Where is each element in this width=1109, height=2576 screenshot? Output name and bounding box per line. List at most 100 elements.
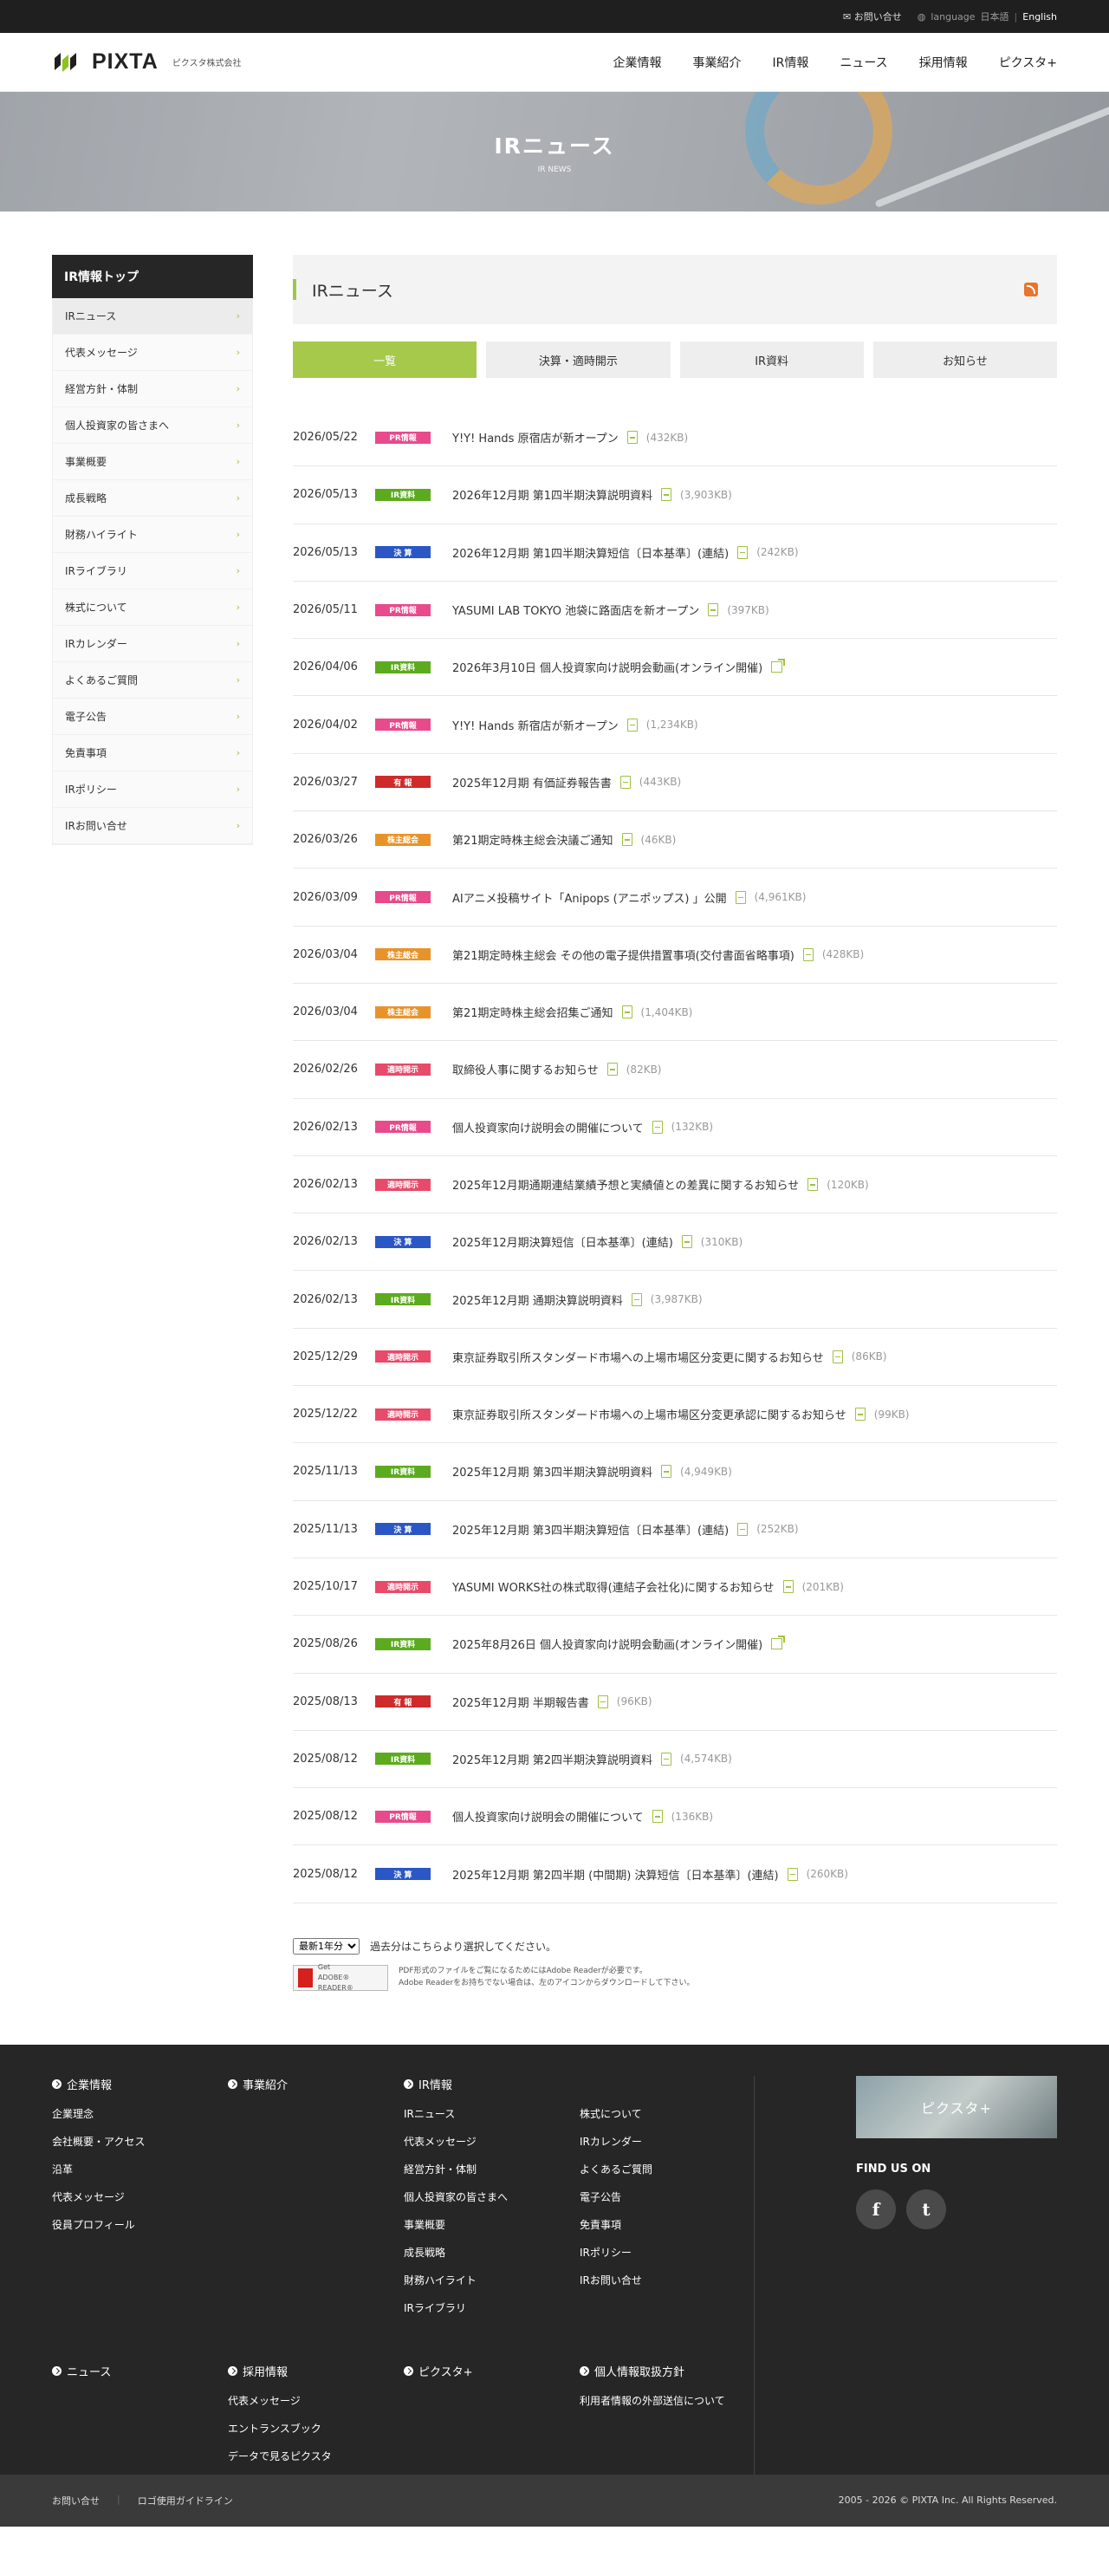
nav-item-1[interactable]: 事業紹介: [693, 54, 742, 71]
facebook-icon[interactable]: f: [856, 2189, 896, 2229]
footer-head-recruit[interactable]: 採用情報: [228, 2363, 404, 2379]
news-title-link[interactable]: 2026年12月期 第1四半期決算短信〔日本基準〕(連結): [452, 544, 729, 561]
nav-item-5[interactable]: ピクスタ+: [999, 54, 1057, 71]
footer-head-plus[interactable]: ピクスタ+: [404, 2363, 580, 2379]
sidebar-item[interactable]: IRカレンダー ›: [53, 626, 252, 662]
nav-item-3[interactable]: ニュース: [840, 54, 887, 71]
twitter-icon[interactable]: t: [906, 2189, 946, 2229]
sidebar-item[interactable]: IRお問い合せ ›: [53, 808, 252, 844]
category-badge: PR情報: [375, 719, 431, 732]
sidebar-item[interactable]: 個人投資家の皆さまへ ›: [53, 407, 252, 444]
sidebar-item[interactable]: よくあるご質問 ›: [53, 662, 252, 699]
news-title-link[interactable]: 第21期定時株主総会 その他の電子提供措置事項(交付書面省略事項): [452, 946, 794, 963]
news-title-link[interactable]: Y!Y! Hands 新宿店が新オープン: [452, 717, 619, 733]
footer-head-privacy[interactable]: 個人情報取扱方針: [580, 2363, 756, 2379]
lang-en-link[interactable]: English: [1022, 11, 1057, 23]
lang-ja-link[interactable]: 日本語: [981, 10, 1009, 23]
footer-link[interactable]: 免責事項: [580, 2217, 756, 2232]
news-title-link[interactable]: 2026年3月10日 個人投資家向け説明会動画(オンライン開催): [452, 659, 762, 675]
news-title-link[interactable]: 2026年12月期 第1四半期決算説明資料: [452, 486, 652, 503]
news-title-link[interactable]: 2025年12月期 有価証券報告書: [452, 774, 612, 790]
news-title-link[interactable]: YASUMI WORKS社の株式取得(連結子会社化)に関するお知らせ: [452, 1578, 775, 1595]
footer-link[interactable]: 個人投資家の皆さまへ: [404, 2189, 580, 2204]
news-title-link[interactable]: AIアニメ投稿サイト「Anipops (アニポップス) 」公開: [452, 889, 727, 906]
contact-link[interactable]: ✉ お問い合せ: [843, 10, 902, 23]
news-title-link[interactable]: 個人投資家向け説明会の開催について: [452, 1119, 644, 1135]
footer-link[interactable]: [580, 2300, 756, 2315]
footer-link[interactable]: 経営方針・体制: [404, 2162, 580, 2176]
category-badge: 適時開示: [375, 1580, 431, 1593]
footer-head-ir[interactable]: IR情報: [404, 2076, 756, 2092]
footer-link[interactable]: 事業概要: [404, 2217, 580, 2232]
footer-link[interactable]: 代表メッセージ: [52, 2189, 228, 2204]
nav-item-4[interactable]: 採用情報: [919, 54, 968, 71]
footer-link[interactable]: 電子公告: [580, 2189, 756, 2204]
news-title-link[interactable]: 東京証券取引所スタンダード市場への上場市場区分変更に関するお知らせ: [452, 1349, 824, 1365]
footer-link[interactable]: IRライブラリ: [404, 2300, 580, 2315]
news-title-link[interactable]: 取締役人事に関するお知らせ: [452, 1061, 599, 1077]
logo-guideline-link[interactable]: ロゴ使用ガイドライン: [138, 2494, 233, 2508]
news-title-link[interactable]: 東京証券取引所スタンダード市場への上場市場区分変更承認に関するお知らせ: [452, 1406, 846, 1422]
news-title-link[interactable]: 2025年12月期 第2四半期 (中間期) 決算短信〔日本基準〕(連結): [452, 1866, 779, 1883]
sidebar-item[interactable]: IRライブラリ ›: [53, 553, 252, 589]
footer-link[interactable]: IRニュース: [404, 2106, 580, 2121]
footer-link[interactable]: IRポリシー: [580, 2245, 756, 2260]
sidebar-item[interactable]: 財務ハイライト ›: [53, 517, 252, 553]
tab-1[interactable]: 決算・適時開示: [486, 342, 671, 378]
adobe-reader-label: ADOBE® READER®: [317, 1973, 353, 1992]
news-title-link[interactable]: 第21期定時株主総会招集ご通知: [452, 1004, 613, 1020]
news-title-link[interactable]: 2025年12月期決算短信〔日本基準〕(連結): [452, 1233, 673, 1250]
news-title-link[interactable]: 2025年12月期 通期決算説明資料: [452, 1291, 623, 1308]
footer-link[interactable]: 財務ハイライト: [404, 2273, 580, 2287]
tab-2[interactable]: IR資料: [679, 342, 864, 378]
news-title-link[interactable]: YASUMI LAB TOKYO 池袋に路面店を新オープン: [452, 602, 699, 618]
news-title-link[interactable]: 第21期定時株主総会決議ご通知: [452, 831, 613, 848]
news-title-link[interactable]: 2025年12月期 第3四半期決算説明資料: [452, 1463, 652, 1480]
tab-0[interactable]: 一覧: [293, 342, 477, 378]
footer-contact-link[interactable]: お問い合せ: [52, 2494, 100, 2508]
news-title-link[interactable]: Y!Y! Hands 原宿店が新オープン: [452, 429, 619, 446]
footer-head-corp[interactable]: 企業情報: [52, 2076, 228, 2092]
footer-link[interactable]: 沿革: [52, 2162, 228, 2176]
news-title-link[interactable]: 2025年8月26日 個人投資家向け説明会動画(オンライン開催): [452, 1636, 762, 1652]
footer-link[interactable]: IRお問い合せ: [580, 2273, 756, 2287]
footer-head-news[interactable]: ニュース: [52, 2363, 228, 2379]
footer-link[interactable]: 成長戦略: [404, 2245, 580, 2260]
sidebar-item[interactable]: IRポリシー ›: [53, 771, 252, 808]
news-title-link[interactable]: 2025年12月期通期連結業績予想と実績値との差異に関するお知らせ: [452, 1176, 799, 1193]
sidebar-item[interactable]: 経営方針・体制 ›: [53, 371, 252, 407]
news-title-link[interactable]: 2025年12月期 第3四半期決算短信〔日本基準〕(連結): [452, 1521, 729, 1538]
footer-link[interactable]: 企業理念: [52, 2106, 228, 2121]
footer-link[interactable]: IRカレンダー: [580, 2134, 756, 2149]
pixta-plus-banner[interactable]: ピクスタ+: [856, 2075, 1057, 2138]
footer-link[interactable]: 利用者情報の外部送信について: [580, 2393, 756, 2408]
footer-link[interactable]: エントランスブック: [228, 2421, 404, 2436]
get-adobe-reader-button[interactable]: Get ADOBE® READER®: [293, 1963, 388, 1992]
sidebar-item[interactable]: IRニュース ›: [53, 298, 252, 335]
news-title-link[interactable]: 個人投資家向け説明会の開催について: [452, 1808, 644, 1825]
footer-link[interactable]: よくあるご質問: [580, 2162, 756, 2176]
sidebar-item[interactable]: 成長戦略 ›: [53, 480, 252, 517]
sidebar-item[interactable]: 電子公告 ›: [53, 699, 252, 735]
chevron-right-icon: ›: [236, 565, 240, 576]
nav-item-0[interactable]: 企業情報: [613, 54, 662, 71]
footer-head-biz[interactable]: 事業紹介: [228, 2076, 404, 2092]
footer-link[interactable]: データで見るピクスタ: [228, 2449, 404, 2463]
sidebar-head-ir-top[interactable]: IR情報トップ: [52, 255, 253, 298]
site-logo[interactable]: PIXTA ピクスタ株式会社: [52, 49, 241, 75]
year-select[interactable]: 最新1年分: [293, 1937, 360, 1955]
sidebar-item[interactable]: 株式について ›: [53, 589, 252, 626]
footer-link[interactable]: 代表メッセージ: [228, 2393, 404, 2408]
rss-icon[interactable]: [1024, 283, 1038, 296]
news-title-link[interactable]: 2025年12月期 半期報告書: [452, 1694, 589, 1710]
sidebar-item[interactable]: 代表メッセージ ›: [53, 335, 252, 371]
footer-link[interactable]: 株式について: [580, 2106, 756, 2121]
sidebar-item[interactable]: 事業概要 ›: [53, 444, 252, 480]
footer-link[interactable]: 代表メッセージ: [404, 2134, 580, 2149]
footer-link[interactable]: 会社概要・アクセス: [52, 2134, 228, 2149]
tab-3[interactable]: お知らせ: [872, 342, 1057, 378]
news-title-link[interactable]: 2025年12月期 第2四半期決算説明資料: [452, 1751, 652, 1767]
sidebar-item[interactable]: 免責事項 ›: [53, 735, 252, 771]
nav-item-2[interactable]: IR情報: [773, 54, 809, 71]
footer-link[interactable]: 役員プロフィール: [52, 2217, 228, 2232]
